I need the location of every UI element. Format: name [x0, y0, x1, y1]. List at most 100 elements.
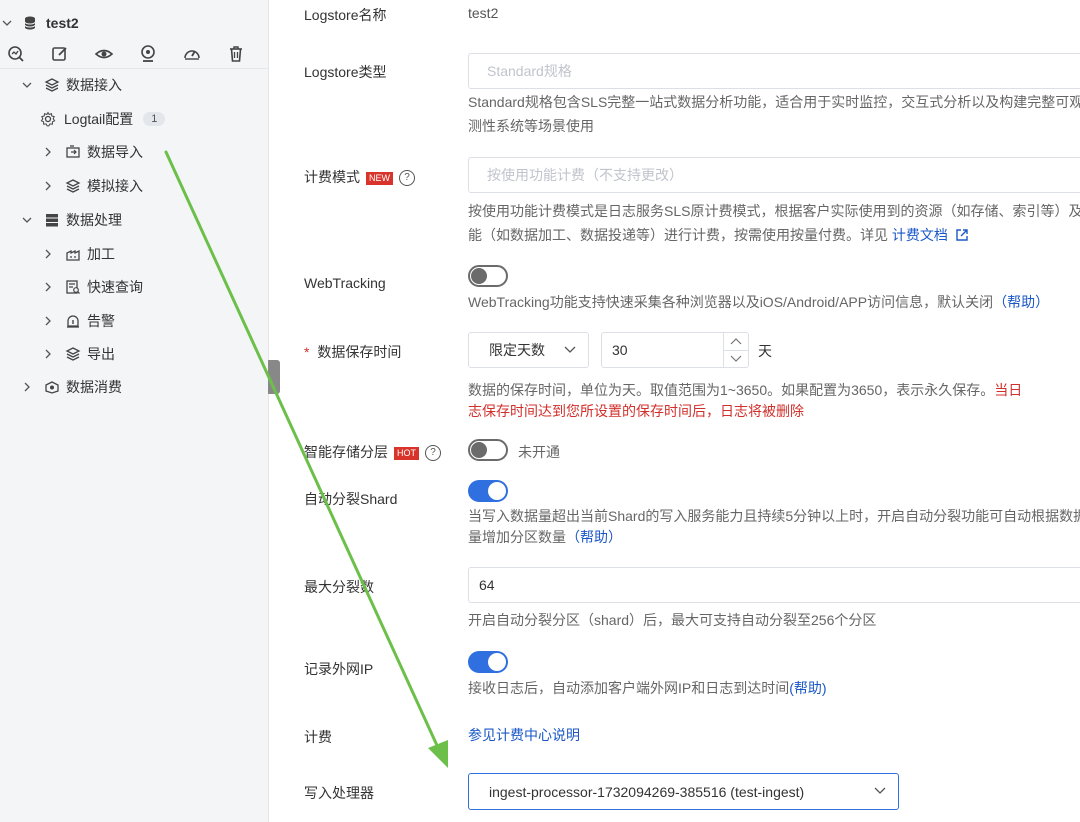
sidebar-item-label: Logtail配置: [64, 111, 134, 127]
chevron-right-icon[interactable]: [43, 181, 53, 191]
billing-mode-help-text: 能（如数据加工、数据投递等）进行计费，按需使用按量付费。详见: [468, 227, 892, 243]
toggle-knob: [488, 653, 506, 671]
record-ip-help-link[interactable]: (帮助): [789, 680, 826, 696]
max-split-help: 开启自动分裂分区（shard）后，最大可支持自动分裂至256个分区: [468, 612, 877, 628]
hot-tag: HOT: [394, 446, 419, 460]
retention-help-text: 数据的保存时间，单位为天。取值范围为1~3650。如果配置为3650，表示永久保…: [468, 382, 995, 398]
retention-warning-text: 当日: [994, 382, 1023, 398]
project-row[interactable]: test2: [0, 8, 268, 38]
chevron-down-icon[interactable]: [22, 215, 32, 225]
max-split-value: 64: [479, 577, 495, 593]
ingest-processor-select[interactable]: ingest-processor-1732094269-385516 (test…: [468, 773, 899, 810]
chevron-down-icon: [564, 346, 576, 353]
retention-label: * 数据保存时间: [304, 342, 401, 362]
import-icon: [66, 145, 80, 158]
max-split-input[interactable]: 64: [468, 567, 1080, 603]
auto-split-help-link[interactable]: （帮助）: [566, 529, 622, 545]
billing-mode-select[interactable]: 按使用功能计费（不支持更改）: [468, 157, 1080, 193]
billing-mode-placeholder: 按使用功能计费（不支持更改）: [487, 167, 683, 183]
sidebar-item-data-consume[interactable]: 数据消费: [0, 372, 268, 402]
gauge-icon[interactable]: [182, 44, 202, 64]
sidebar-item-export[interactable]: 导出: [0, 339, 268, 369]
sidebar-item-logtail-config[interactable]: Logtail配置 1: [0, 104, 268, 134]
webtracking-toggle[interactable]: [468, 265, 508, 287]
logstore-name-label: Logstore名称: [304, 7, 387, 23]
chevron-down-icon[interactable]: [22, 80, 32, 90]
retention-mode-select[interactable]: 限定天数: [468, 332, 589, 368]
tiered-storage-status: 未开通: [518, 444, 560, 460]
chevron-right-icon[interactable]: [43, 316, 53, 326]
sidebar-item-transform[interactable]: 加工: [0, 239, 268, 269]
webtracking-help: WebTracking功能支持快速采集各种浏览器以及iOS/Android/AP…: [468, 291, 1080, 313]
tiered-storage-toggle[interactable]: [468, 439, 508, 461]
webtracking-label: WebTracking: [304, 275, 386, 291]
retention-warning-2: 志保存时间达到您所设置的保存时间后，日志将被删除: [468, 403, 804, 419]
sidebar-item-label: 告警: [87, 313, 115, 329]
retention-help: 数据的保存时间，单位为天。取值范围为1~3650。如果配置为3650，表示永久保…: [468, 379, 1080, 401]
required-mark: *: [304, 344, 310, 360]
webtracking-help-link[interactable]: （帮助）: [993, 294, 1049, 310]
record-ip-help: 接收日志后，自动添加客户端外网IP和日志到达时间(帮助): [468, 677, 1080, 699]
max-split-label: 最大分裂数: [304, 579, 374, 595]
billing-center-link[interactable]: 参见计费中心说明: [468, 724, 1080, 746]
logstore-type-help: Standard规格包含SLS完整一站式数据分析功能，适合用于实时监控，交互式分…: [468, 94, 1080, 110]
logstore-name-value: test2: [468, 5, 499, 21]
billing-mode-label-text: 计费模式: [304, 169, 360, 185]
sidebar-item-label: 导出: [87, 346, 115, 362]
record-ip-help-text: 接收日志后，自动添加客户端外网IP和日志到达时间: [468, 680, 790, 696]
count-badge: 1: [143, 112, 166, 126]
chevron-right-icon[interactable]: [22, 382, 32, 392]
chevron-right-icon[interactable]: [43, 249, 53, 259]
eye-icon[interactable]: [94, 44, 114, 64]
toggle-knob: [471, 268, 487, 284]
help-icon[interactable]: ?: [399, 170, 415, 187]
sidebar-item-data-ingest[interactable]: 数据接入: [0, 70, 268, 100]
number-stepper: [723, 333, 748, 367]
logstore-type-placeholder: Standard规格: [487, 63, 572, 79]
database-icon: [24, 16, 36, 30]
external-link-icon[interactable]: [955, 228, 969, 242]
billing-mode-help-2: 能（如数据加工、数据投递等）进行计费，按需使用按量付费。详见 计费文档: [468, 224, 1080, 246]
stepper-up-icon[interactable]: [729, 337, 743, 347]
help-icon[interactable]: ?: [425, 445, 441, 462]
retention-unit: 天: [758, 343, 772, 359]
query-icon: [66, 280, 80, 294]
new-tag: NEW: [366, 171, 393, 185]
monitor-icon[interactable]: [138, 44, 158, 64]
stepper-down-icon[interactable]: [729, 353, 743, 363]
sidebar: test2 数据接入 Logtail配置 1 数据导入 模拟接入 数据处理 加工: [0, 0, 269, 822]
alarm-icon: [67, 315, 79, 328]
retention-mode-value: 限定天数: [489, 342, 545, 358]
retention-days-input[interactable]: 30: [601, 332, 749, 368]
record-ip-label: 记录外网IP: [304, 661, 374, 677]
retention-label-text: 数据保存时间: [317, 344, 402, 360]
chevron-right-icon[interactable]: [43, 282, 53, 292]
logstore-type-select[interactable]: Standard规格: [468, 53, 1080, 89]
billing-label: 计费: [304, 729, 332, 745]
edit-icon[interactable]: [50, 44, 70, 64]
logstore-type-help-2: 测性系统等场景使用: [468, 118, 594, 134]
sidebar-item-data-import[interactable]: 数据导入: [0, 137, 268, 167]
auto-split-toggle[interactable]: [468, 480, 508, 502]
stepper-divider: [724, 350, 748, 351]
search-chart-icon[interactable]: [6, 44, 26, 64]
layers-icon: [44, 78, 60, 92]
record-ip-toggle[interactable]: [468, 651, 508, 673]
sidebar-item-label: 数据导入: [87, 144, 143, 160]
sidebar-item-label: 数据接入: [66, 77, 122, 93]
chevron-right-icon[interactable]: [43, 147, 53, 157]
sidebar-item-quick-query[interactable]: 快速查询: [0, 272, 268, 302]
toggle-knob: [471, 442, 487, 458]
panel-splitter-handle[interactable]: [268, 360, 280, 394]
database-icon: [46, 214, 58, 227]
consume-icon: [45, 381, 59, 394]
layers-icon: [65, 179, 81, 193]
sidebar-item-label: 数据消费: [66, 379, 122, 395]
sidebar-item-mock-ingest[interactable]: 模拟接入: [0, 171, 268, 201]
chevron-down-icon[interactable]: [2, 18, 12, 28]
trash-icon[interactable]: [226, 44, 246, 64]
chevron-right-icon[interactable]: [43, 349, 53, 359]
sidebar-item-alert[interactable]: 告警: [0, 306, 268, 336]
sidebar-item-data-processing[interactable]: 数据处理: [0, 205, 268, 235]
billing-docs-link[interactable]: 计费文档: [892, 227, 948, 243]
